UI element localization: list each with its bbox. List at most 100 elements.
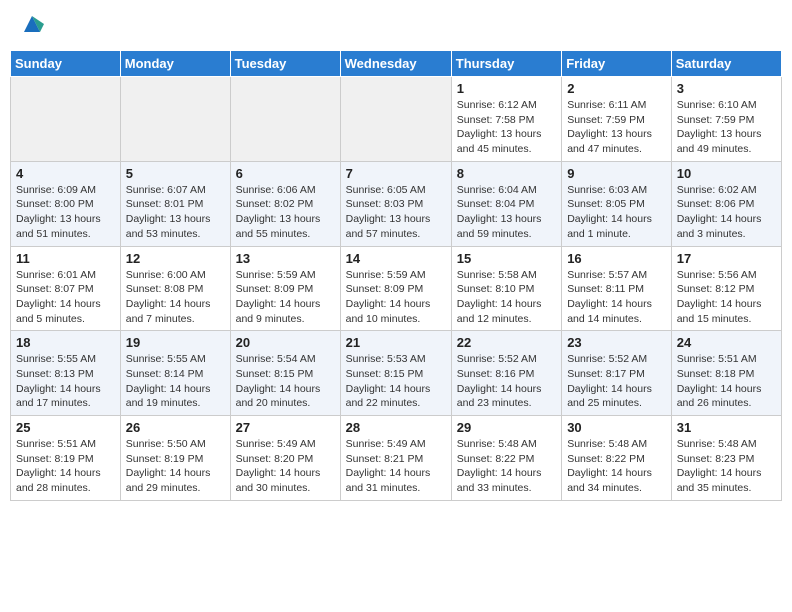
calendar-cell: 12 Sunrise: 6:00 AMSunset: 8:08 PMDayligh… xyxy=(120,246,230,331)
calendar-cell: 11 Sunrise: 6:01 AMSunset: 8:07 PMDayligh… xyxy=(11,246,121,331)
day-info: Sunrise: 6:04 AMSunset: 8:04 PMDaylight:… xyxy=(457,183,556,242)
calendar-week-4: 18 Sunrise: 5:55 AMSunset: 8:13 PMDayligh… xyxy=(11,331,782,416)
day-info: Sunrise: 5:59 AMSunset: 8:09 PMDaylight:… xyxy=(346,268,446,327)
day-info: Sunrise: 6:09 AMSunset: 8:00 PMDaylight:… xyxy=(16,183,115,242)
day-info: Sunrise: 5:56 AMSunset: 8:12 PMDaylight:… xyxy=(677,268,776,327)
day-info: Sunrise: 6:00 AMSunset: 8:08 PMDaylight:… xyxy=(126,268,225,327)
day-number: 15 xyxy=(457,251,556,266)
day-header-thursday: Thursday xyxy=(451,51,561,77)
day-info: Sunrise: 6:01 AMSunset: 8:07 PMDaylight:… xyxy=(16,268,115,327)
day-number: 18 xyxy=(16,335,115,350)
calendar-cell: 7 Sunrise: 6:05 AMSunset: 8:03 PMDaylight… xyxy=(340,161,451,246)
day-number: 23 xyxy=(567,335,666,350)
day-info: Sunrise: 5:51 AMSunset: 8:19 PMDaylight:… xyxy=(16,437,115,496)
day-number: 14 xyxy=(346,251,446,266)
day-number: 26 xyxy=(126,420,225,435)
page-header xyxy=(10,10,782,42)
calendar-cell: 8 Sunrise: 6:04 AMSunset: 8:04 PMDaylight… xyxy=(451,161,561,246)
calendar-cell: 14 Sunrise: 5:59 AMSunset: 8:09 PMDayligh… xyxy=(340,246,451,331)
day-number: 4 xyxy=(16,166,115,181)
day-header-tuesday: Tuesday xyxy=(230,51,340,77)
day-number: 11 xyxy=(16,251,115,266)
day-info: Sunrise: 5:49 AMSunset: 8:20 PMDaylight:… xyxy=(236,437,335,496)
calendar-cell xyxy=(340,77,451,162)
day-info: Sunrise: 5:48 AMSunset: 8:22 PMDaylight:… xyxy=(457,437,556,496)
calendar-cell xyxy=(120,77,230,162)
calendar-cell: 18 Sunrise: 5:55 AMSunset: 8:13 PMDayligh… xyxy=(11,331,121,416)
day-info: Sunrise: 6:12 AMSunset: 7:58 PMDaylight:… xyxy=(457,98,556,157)
day-info: Sunrise: 5:55 AMSunset: 8:13 PMDaylight:… xyxy=(16,352,115,411)
day-number: 3 xyxy=(677,81,776,96)
calendar-cell: 3 Sunrise: 6:10 AMSunset: 7:59 PMDaylight… xyxy=(671,77,781,162)
day-info: Sunrise: 6:05 AMSunset: 8:03 PMDaylight:… xyxy=(346,183,446,242)
calendar-cell: 9 Sunrise: 6:03 AMSunset: 8:05 PMDaylight… xyxy=(562,161,672,246)
calendar-week-1: 1 Sunrise: 6:12 AMSunset: 7:58 PMDaylight… xyxy=(11,77,782,162)
day-info: Sunrise: 5:50 AMSunset: 8:19 PMDaylight:… xyxy=(126,437,225,496)
day-info: Sunrise: 5:59 AMSunset: 8:09 PMDaylight:… xyxy=(236,268,335,327)
calendar-cell: 29Sunrise: 5:48 AMSunset: 8:22 PMDayligh… xyxy=(451,416,561,501)
calendar-cell: 1 Sunrise: 6:12 AMSunset: 7:58 PMDaylight… xyxy=(451,77,561,162)
day-number: 17 xyxy=(677,251,776,266)
calendar-cell: 17 Sunrise: 5:56 AMSunset: 8:12 PMDayligh… xyxy=(671,246,781,331)
day-number: 8 xyxy=(457,166,556,181)
calendar-cell: 31Sunrise: 5:48 AMSunset: 8:23 PMDayligh… xyxy=(671,416,781,501)
calendar-cell: 25 Sunrise: 5:51 AMSunset: 8:19 PMDayligh… xyxy=(11,416,121,501)
calendar-cell: 23 Sunrise: 5:52 AMSunset: 8:17 PMDayligh… xyxy=(562,331,672,416)
day-info: Sunrise: 6:06 AMSunset: 8:02 PMDaylight:… xyxy=(236,183,335,242)
logo xyxy=(16,14,46,38)
day-number: 24 xyxy=(677,335,776,350)
calendar-cell: 4 Sunrise: 6:09 AMSunset: 8:00 PMDaylight… xyxy=(11,161,121,246)
calendar-header-row: SundayMondayTuesdayWednesdayThursdayFrid… xyxy=(11,51,782,77)
day-number: 7 xyxy=(346,166,446,181)
day-number: 28 xyxy=(346,420,446,435)
calendar-cell: 19 Sunrise: 5:55 AMSunset: 8:14 PMDayligh… xyxy=(120,331,230,416)
day-header-friday: Friday xyxy=(562,51,672,77)
calendar-cell: 16 Sunrise: 5:57 AMSunset: 8:11 PMDayligh… xyxy=(562,246,672,331)
calendar-cell: 21Sunrise: 5:53 AMSunset: 8:15 PMDayligh… xyxy=(340,331,451,416)
day-number: 10 xyxy=(677,166,776,181)
day-info: Sunrise: 5:49 AMSunset: 8:21 PMDaylight:… xyxy=(346,437,446,496)
calendar-cell xyxy=(230,77,340,162)
calendar-cell: 27Sunrise: 5:49 AMSunset: 8:20 PMDayligh… xyxy=(230,416,340,501)
day-header-saturday: Saturday xyxy=(671,51,781,77)
day-info: Sunrise: 6:07 AMSunset: 8:01 PMDaylight:… xyxy=(126,183,225,242)
day-info: Sunrise: 6:11 AMSunset: 7:59 PMDaylight:… xyxy=(567,98,666,157)
day-info: Sunrise: 6:02 AMSunset: 8:06 PMDaylight:… xyxy=(677,183,776,242)
day-info: Sunrise: 6:10 AMSunset: 7:59 PMDaylight:… xyxy=(677,98,776,157)
day-info: Sunrise: 5:51 AMSunset: 8:18 PMDaylight:… xyxy=(677,352,776,411)
calendar-week-3: 11 Sunrise: 6:01 AMSunset: 8:07 PMDayligh… xyxy=(11,246,782,331)
day-info: Sunrise: 6:03 AMSunset: 8:05 PMDaylight:… xyxy=(567,183,666,242)
day-number: 12 xyxy=(126,251,225,266)
calendar-cell: 2Sunrise: 6:11 AMSunset: 7:59 PMDaylight… xyxy=(562,77,672,162)
calendar-cell xyxy=(11,77,121,162)
day-info: Sunrise: 5:57 AMSunset: 8:11 PMDaylight:… xyxy=(567,268,666,327)
day-number: 6 xyxy=(236,166,335,181)
logo-icon xyxy=(18,10,46,38)
day-number: 31 xyxy=(677,420,776,435)
day-header-sunday: Sunday xyxy=(11,51,121,77)
calendar-cell: 5Sunrise: 6:07 AMSunset: 8:01 PMDaylight… xyxy=(120,161,230,246)
calendar-cell: 24 Sunrise: 5:51 AMSunset: 8:18 PMDayligh… xyxy=(671,331,781,416)
day-number: 13 xyxy=(236,251,335,266)
calendar-cell: 13 Sunrise: 5:59 AMSunset: 8:09 PMDayligh… xyxy=(230,246,340,331)
day-header-monday: Monday xyxy=(120,51,230,77)
day-number: 9 xyxy=(567,166,666,181)
day-info: Sunrise: 5:52 AMSunset: 8:17 PMDaylight:… xyxy=(567,352,666,411)
day-number: 20 xyxy=(236,335,335,350)
calendar-cell: 15Sunrise: 5:58 AMSunset: 8:10 PMDayligh… xyxy=(451,246,561,331)
calendar-cell: 10 Sunrise: 6:02 AMSunset: 8:06 PMDayligh… xyxy=(671,161,781,246)
calendar-cell: 28 Sunrise: 5:49 AMSunset: 8:21 PMDayligh… xyxy=(340,416,451,501)
day-number: 21 xyxy=(346,335,446,350)
day-number: 1 xyxy=(457,81,556,96)
day-number: 30 xyxy=(567,420,666,435)
day-number: 16 xyxy=(567,251,666,266)
day-number: 25 xyxy=(16,420,115,435)
day-header-wednesday: Wednesday xyxy=(340,51,451,77)
calendar-cell: 22 Sunrise: 5:52 AMSunset: 8:16 PMDayligh… xyxy=(451,331,561,416)
day-number: 19 xyxy=(126,335,225,350)
calendar-cell: 26 Sunrise: 5:50 AMSunset: 8:19 PMDayligh… xyxy=(120,416,230,501)
day-info: Sunrise: 5:52 AMSunset: 8:16 PMDaylight:… xyxy=(457,352,556,411)
calendar-week-5: 25 Sunrise: 5:51 AMSunset: 8:19 PMDayligh… xyxy=(11,416,782,501)
day-number: 22 xyxy=(457,335,556,350)
day-info: Sunrise: 5:55 AMSunset: 8:14 PMDaylight:… xyxy=(126,352,225,411)
